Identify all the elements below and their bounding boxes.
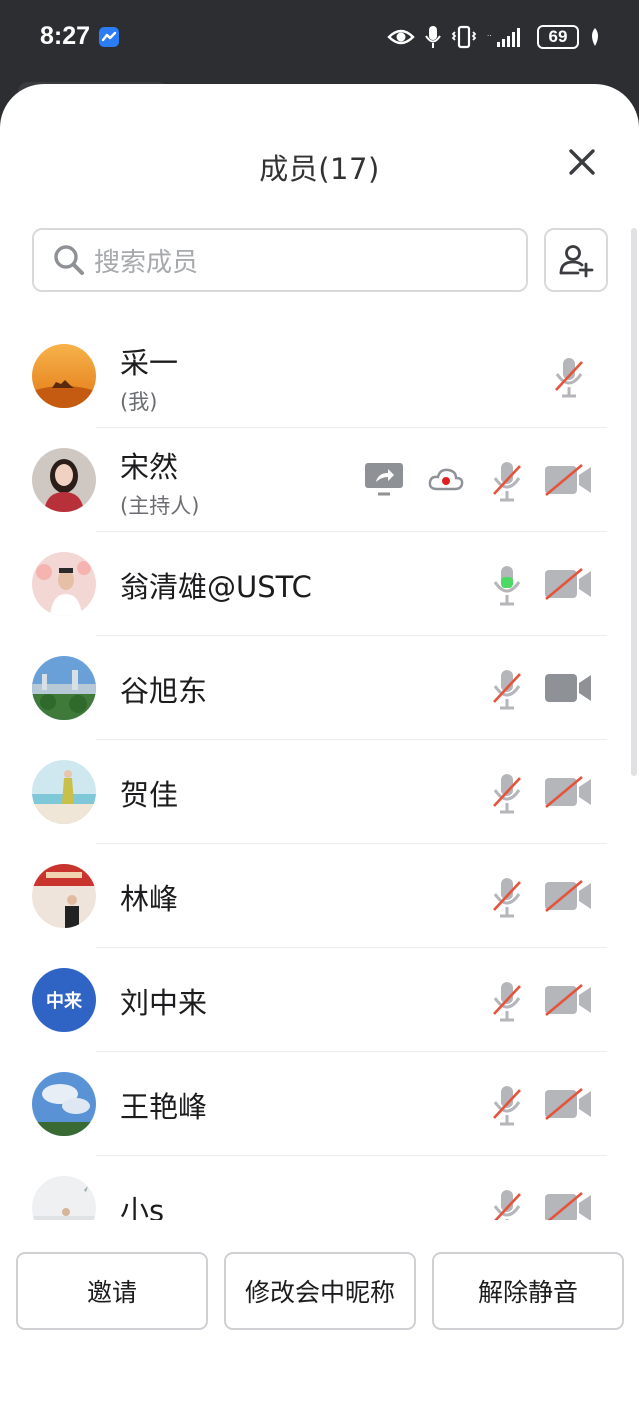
mic-muted-icon[interactable]: [490, 772, 524, 814]
camera-off-icon[interactable]: [544, 1192, 592, 1220]
list-item[interactable]: 王艳峰: [0, 1052, 639, 1156]
list-item[interactable]: 小s: [0, 1156, 639, 1220]
add-user-icon: [559, 245, 594, 278]
search-input[interactable]: 搜索成员: [32, 228, 528, 292]
mic-muted-icon[interactable]: [552, 356, 586, 398]
mic-muted-icon[interactable]: [490, 668, 524, 710]
search-icon: [54, 245, 84, 275]
close-button[interactable]: [562, 142, 602, 182]
camera-off-icon[interactable]: [544, 464, 592, 496]
member-name: 王艳峰: [120, 1090, 208, 1124]
list-item[interactable]: 采一 (我): [0, 324, 639, 428]
member-name: 采一: [120, 346, 179, 380]
status-icons: .. 69: [387, 24, 601, 50]
battery-level: 69: [548, 27, 568, 46]
mic-muted-icon[interactable]: [490, 1188, 524, 1220]
avatar: [32, 656, 96, 720]
list-item[interactable]: 宋然 (主持人): [0, 428, 639, 532]
mic-muted-icon[interactable]: [490, 876, 524, 918]
mic-icon: [425, 26, 441, 48]
camera-off-icon[interactable]: [544, 1088, 592, 1120]
cloud-recording-icon: [428, 468, 464, 491]
member-name: 小s: [120, 1194, 165, 1220]
app-badge-icon: [99, 27, 119, 47]
avatar: [32, 760, 96, 824]
avatar: [32, 1072, 96, 1136]
scrollbar[interactable]: [631, 228, 637, 776]
battery-icon: 69: [537, 25, 579, 49]
add-member-button[interactable]: [544, 228, 608, 292]
avatar: [32, 552, 96, 616]
unmute-button[interactable]: 解除静音: [432, 1252, 624, 1330]
search-placeholder: 搜索成员: [94, 247, 199, 278]
list-item[interactable]: 贺佳: [0, 740, 639, 844]
mic-muted-icon[interactable]: [490, 460, 524, 502]
page-title: 成员(17): [259, 152, 380, 186]
close-icon: [569, 149, 595, 175]
avatar: [32, 344, 96, 408]
mic-muted-icon[interactable]: [490, 1084, 524, 1126]
status-time: 8:27: [40, 22, 91, 50]
members-sheet: 成员(17) 搜索成员 采一 (我) 宋然 (主持人) 翁清雄@USTC 谷旭东…: [0, 84, 639, 1406]
list-item[interactable]: 中来 刘中来: [0, 948, 639, 1052]
member-name: 刘中来: [120, 986, 208, 1020]
camera-off-icon[interactable]: [544, 880, 592, 912]
list-item[interactable]: 谷旭东: [0, 636, 639, 740]
camera-off-icon[interactable]: [544, 568, 592, 600]
member-list[interactable]: 采一 (我) 宋然 (主持人) 翁清雄@USTC 谷旭东 贺佳 林峰 中来 刘中…: [0, 324, 639, 1220]
camera-off-icon[interactable]: [544, 984, 592, 1016]
member-name: 翁清雄@USTC: [120, 570, 312, 604]
member-name: 谷旭东: [120, 674, 208, 708]
rename-button[interactable]: 修改会中昵称: [224, 1252, 416, 1330]
mic-active-icon[interactable]: [490, 564, 524, 606]
list-item[interactable]: 翁清雄@USTC: [0, 532, 639, 636]
member-name: 贺佳: [120, 778, 179, 812]
eye-icon: [387, 29, 415, 45]
avatar: [32, 448, 96, 512]
member-name: 宋然: [120, 450, 179, 484]
svg-text:..: ..: [487, 29, 491, 38]
leaf-icon: [592, 28, 598, 46]
member-role: (我): [120, 390, 158, 414]
vibrate-icon: [451, 25, 477, 49]
invite-button[interactable]: 邀请: [16, 1252, 208, 1330]
camera-on-icon[interactable]: [544, 672, 592, 704]
screen-share-icon: [365, 463, 403, 496]
avatar: 中来: [32, 968, 96, 1032]
member-name: 林峰: [120, 882, 179, 916]
status-bar: 8:27 .. 69: [0, 0, 639, 76]
mic-muted-icon[interactable]: [490, 980, 524, 1022]
member-role: (主持人): [120, 494, 200, 518]
signal-icon: ..: [487, 28, 520, 47]
avatar: [32, 1176, 96, 1220]
camera-off-icon[interactable]: [544, 776, 592, 808]
list-item[interactable]: 林峰: [0, 844, 639, 948]
avatar: [32, 864, 96, 928]
